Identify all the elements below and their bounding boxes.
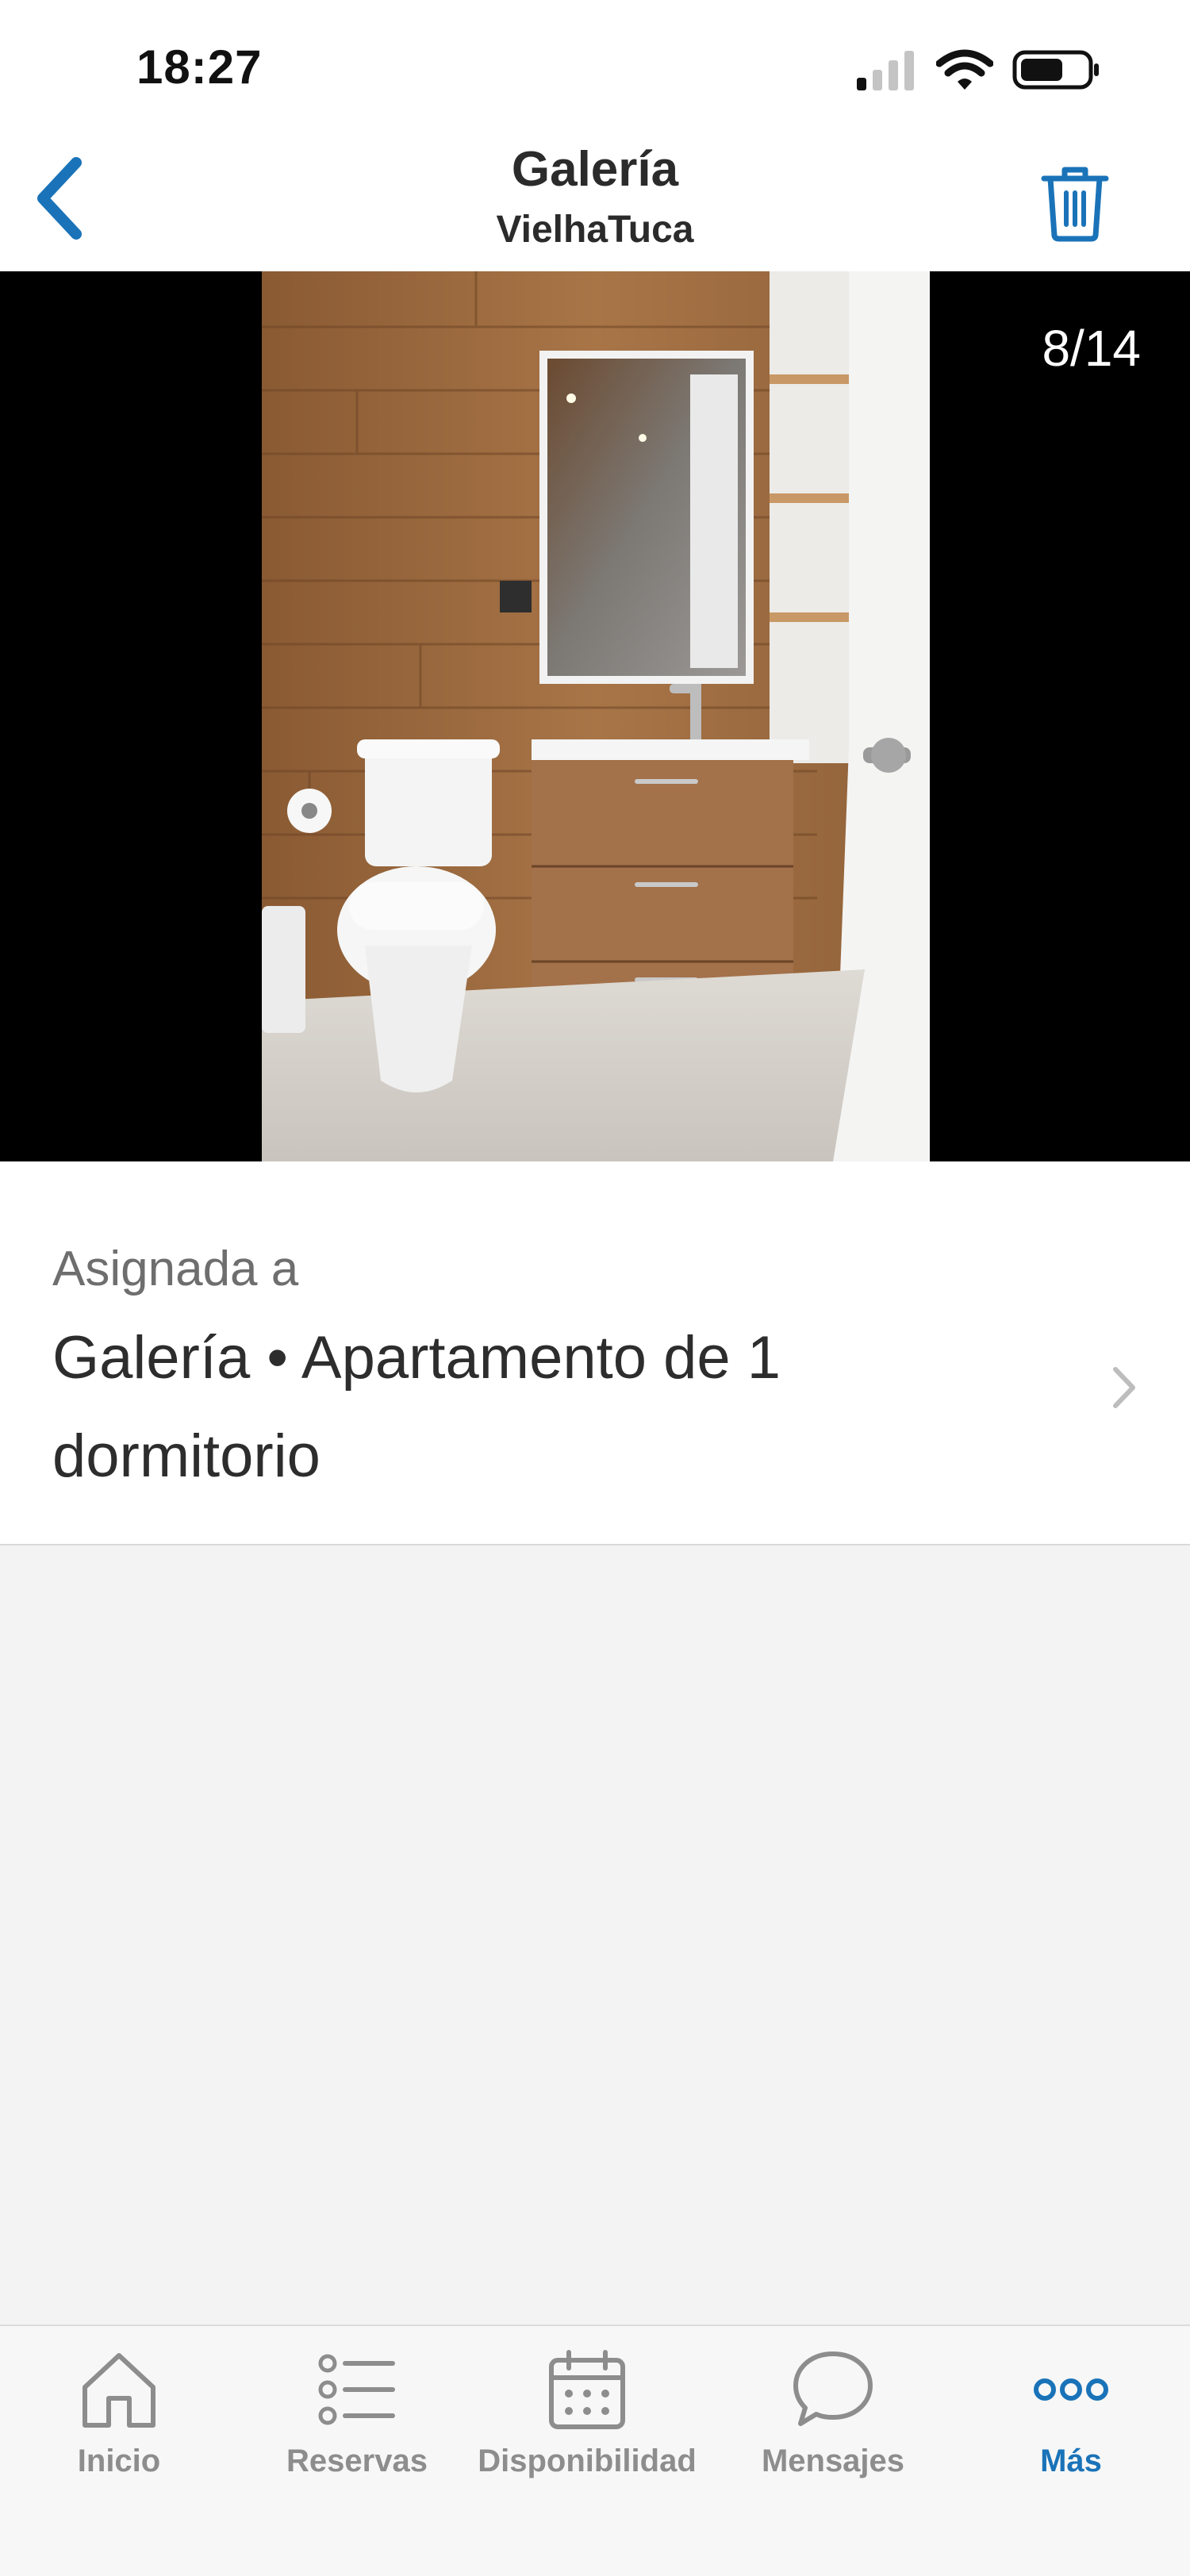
calendar-icon xyxy=(549,2350,625,2429)
cellular-signal-icon xyxy=(857,51,914,90)
tab-disponibilidad[interactable]: Disponibilidad xyxy=(468,2342,706,2501)
tab-mas[interactable]: Más xyxy=(992,2342,1150,2501)
page-title: Galería xyxy=(511,142,679,197)
chat-icon xyxy=(793,2351,873,2426)
page-subtitle: VielhaTuca xyxy=(496,209,694,251)
tab-reservas[interactable]: Reservas xyxy=(266,2342,448,2501)
battery-icon xyxy=(1012,50,1099,90)
tab-label: Mensajes xyxy=(761,2444,905,2478)
list-icon xyxy=(318,2354,395,2425)
tab-label: Inicio xyxy=(77,2444,161,2478)
status-time: 18:27 xyxy=(136,40,263,94)
home-icon xyxy=(83,2353,155,2428)
tab-label: Más xyxy=(1040,2444,1102,2478)
tab-inicio[interactable]: Inicio xyxy=(40,2342,198,2501)
chevron-right-icon xyxy=(1113,1367,1135,1408)
wifi-icon xyxy=(936,49,993,90)
bottom-tab-bar: Inicio Reservas Disponibilidad Mensajes … xyxy=(0,2325,1190,2576)
tab-label: Reservas xyxy=(286,2444,428,2478)
status-bar: 18:27 xyxy=(0,0,1190,135)
delete-button[interactable] xyxy=(1031,159,1119,246)
gallery-photo[interactable] xyxy=(262,271,930,1161)
photo-viewer[interactable]: 8/14 xyxy=(0,271,1190,1161)
assigned-to-label: Asignada a xyxy=(52,1242,299,1296)
tab-mensajes[interactable]: Mensajes xyxy=(742,2342,924,2501)
more-icon xyxy=(1034,2378,1108,2401)
tab-label: Disponibilidad xyxy=(478,2444,697,2478)
assigned-to-row[interactable]: Asignada a Galería • Apartamento de 1 do… xyxy=(0,1161,1190,1545)
photo-counter: 8/14 xyxy=(1042,320,1141,377)
navigation-header: Galería VielhaTuca xyxy=(0,135,1190,271)
assigned-to-value: Galería • Apartamento de 1 dormitorio xyxy=(52,1324,781,1490)
trash-icon xyxy=(1041,167,1109,242)
